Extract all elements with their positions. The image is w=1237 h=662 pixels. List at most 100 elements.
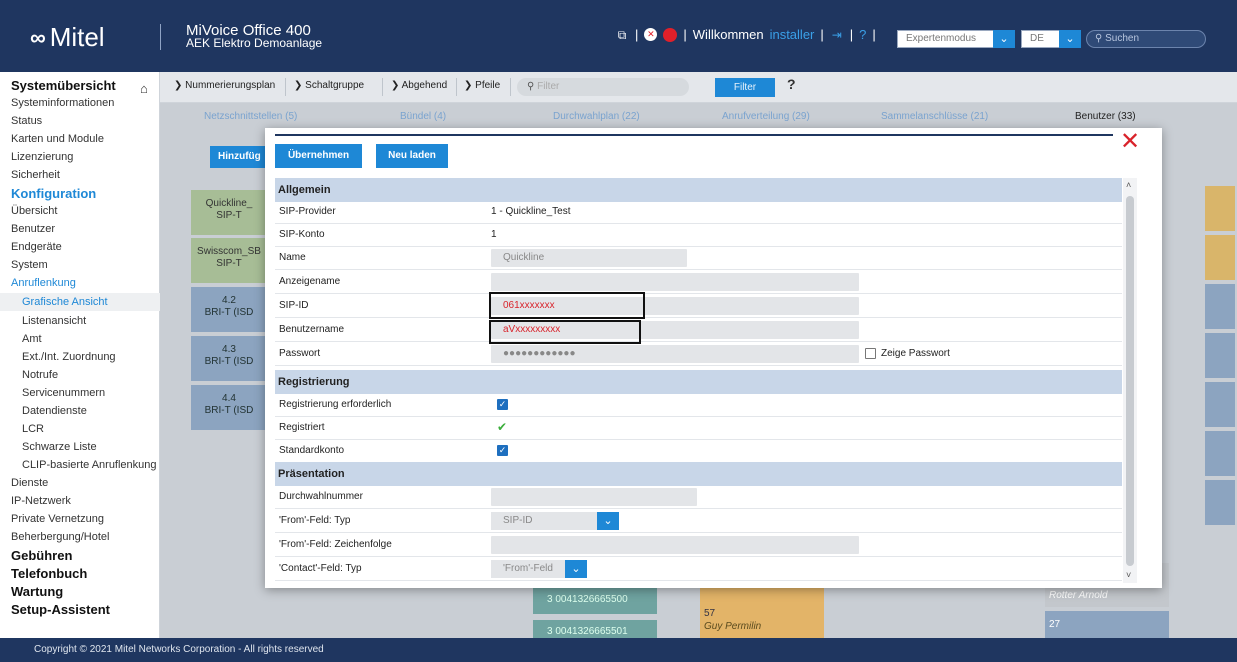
display-name-field[interactable] (491, 273, 859, 291)
did-tile[interactable]: 3 0041326665501 (533, 620, 657, 640)
row-display-name: Anzeigename (275, 270, 1122, 294)
highlight-box (489, 292, 645, 319)
registered-label: Registriert (279, 422, 325, 433)
from-type-select[interactable]: SIP-ID ⌄ (491, 512, 619, 530)
sidebar-item-listenansicht[interactable]: Listenansicht (0, 315, 160, 327)
sip-account-label: SIP-Konto (279, 229, 325, 240)
sidebar-item-lcr[interactable]: LCR (0, 423, 160, 435)
chevron-down-icon: ⌄ (565, 560, 587, 578)
tab-buendel[interactable]: Bündel (4) (400, 111, 446, 122)
alarm-status-icon[interactable] (663, 27, 678, 42)
sidebar-item-karten[interactable]: Karten und Module (0, 133, 160, 145)
sidebar-item-benutzer[interactable]: Benutzer (0, 223, 160, 235)
sidebar-item-dienste[interactable]: Dienste (0, 477, 160, 489)
chevron-up-icon[interactable]: ˄ (1126, 180, 1131, 190)
sidebar-item-sicherheit[interactable]: Sicherheit (0, 169, 160, 181)
user-tile[interactable] (1205, 186, 1235, 231)
sidebar-item-konfiguration[interactable]: Konfiguration (0, 186, 160, 201)
tab-durchwahlplan[interactable]: Durchwahlplan (22) (553, 111, 640, 122)
show-password-checkbox[interactable] (865, 348, 876, 359)
tab-benutzer[interactable]: Benutzer (33) (1075, 111, 1136, 122)
sidebar-item-notrufe[interactable]: Notrufe (0, 369, 160, 381)
from-string-field[interactable] (491, 536, 859, 554)
sidebar-item-hotel[interactable]: Beherbergung/Hotel (0, 531, 160, 543)
sidebar-item-amt[interactable]: Amt (0, 333, 160, 345)
trunk-tile[interactable]: 4.4 BRI-T (ISD (191, 385, 267, 430)
copyright-text: Copyright © 2021 Mitel Networks Corporat… (34, 644, 324, 655)
user-tile[interactable] (1205, 235, 1235, 280)
user-tile[interactable]: 57 Guy Permilin (700, 588, 824, 640)
chevron-down-icon[interactable]: ˅ (1126, 570, 1131, 580)
sidebar-item-grafische-ansicht[interactable]: Grafische Ansicht (0, 293, 160, 311)
filter-input[interactable]: ⚲ Filter (517, 78, 689, 96)
trunk-tile[interactable]: Swisscom_SB SIP-T (191, 238, 267, 283)
sidebar-item-uebersicht[interactable]: Übersicht (0, 205, 160, 217)
sidebar-item-system[interactable]: System (0, 259, 160, 271)
sidebar-item-setup-assistent[interactable]: Setup-Assistent (0, 602, 160, 617)
language-select[interactable]: DE ⌄ (1021, 30, 1081, 48)
sidebar-item-systeminformationen[interactable]: Systeminformationen (0, 97, 160, 109)
network-icon[interactable]: ⧉ (615, 28, 629, 42)
sidebar-item-clip[interactable]: CLIP-basierte Anruflenkung (0, 459, 160, 471)
toolbar-abgehend-button[interactable]: ❯ Abgehend (391, 80, 447, 91)
sidebar-item-servicenummern[interactable]: Servicenummern (0, 387, 160, 399)
trunk-tile[interactable]: Quickline_ SIP-T (191, 190, 267, 235)
sidebar-item-systemuebersicht[interactable]: Systemübersicht (0, 78, 160, 93)
sidebar-item-ip-netzwerk[interactable]: IP-Netzwerk (0, 495, 160, 507)
did-tile[interactable]: 3 0041326665500 (533, 588, 657, 614)
search-icon: ⚲ (527, 81, 538, 92)
sidebar-item-telefonbuch[interactable]: Telefonbuch (0, 566, 160, 581)
sidebar-item-gebuehren[interactable]: Gebühren (0, 548, 160, 563)
user-tile[interactable] (1205, 382, 1235, 427)
tab-netzschnittstellen[interactable]: Netzschnittstellen (5) (204, 111, 297, 122)
user-link[interactable]: installer (770, 27, 815, 42)
toolbar-nummerierungsplan-button[interactable]: ❯ Nummerierungsplan (174, 80, 275, 91)
trunk-tile[interactable]: 4.2 BRI-T (ISD (191, 287, 267, 332)
sidebar-item-vernetzung[interactable]: Private Vernetzung (0, 513, 160, 525)
user-tile[interactable]: 27 (1045, 611, 1169, 641)
sidebar-item-datendienste[interactable]: Datendienste (0, 405, 160, 417)
dialog-scrollbar[interactable]: ˄ ˅ (1123, 178, 1137, 583)
sidebar-item-status[interactable]: Status (0, 115, 160, 127)
did-field[interactable] (491, 488, 697, 506)
sidebar-item-wartung[interactable]: Wartung (0, 584, 160, 599)
filter-button[interactable]: Filter (715, 78, 775, 97)
user-tile[interactable] (1205, 284, 1235, 329)
contact-type-select[interactable]: 'From'-Feld ⌄ (491, 560, 587, 578)
user-tile[interactable] (1205, 333, 1235, 378)
row-sip-id: SIP-ID 061xxxxxxx (275, 294, 1122, 318)
user-tile[interactable] (1205, 431, 1235, 476)
username-label: Benutzername (279, 324, 345, 335)
sidebar-item-zuordnung[interactable]: Ext./Int. Zuordnung (0, 351, 160, 363)
toolbar-schaltgruppe-button[interactable]: ❯ Schaltgruppe (294, 80, 364, 91)
tab-anrufverteilung[interactable]: Anrufverteilung (29) (722, 111, 810, 122)
sidebar-item-endgeraete[interactable]: Endgeräte (0, 241, 160, 253)
reg-required-checkbox[interactable]: ✓ (497, 399, 508, 410)
contact-type-label: 'Contact'-Feld: Typ (279, 563, 362, 574)
default-account-checkbox[interactable]: ✓ (497, 445, 508, 456)
help-link[interactable]: ? (859, 27, 866, 42)
name-field[interactable]: Quickline (491, 249, 687, 267)
mitel-logo[interactable]: ∞ Mitel (30, 22, 105, 53)
password-field[interactable]: ●●●●●●●●●●●● (491, 345, 859, 363)
toolbar-pfeile-button[interactable]: ❯ Pfeile (464, 80, 500, 91)
scrollbar-thumb[interactable] (1126, 196, 1134, 566)
section-allgemein: Allgemein (275, 178, 1122, 202)
sidebar-item-schwarze-liste[interactable]: Schwarze Liste (0, 441, 160, 453)
user-tile[interactable] (1205, 480, 1235, 525)
row-reg-required: Registrierung erforderlich ✓ (275, 393, 1122, 417)
sidebar-item-lizenzierung[interactable]: Lizenzierung (0, 151, 160, 163)
sip-provider-label: SIP-Provider (279, 206, 336, 217)
security-alert-icon[interactable]: ✕ (644, 28, 658, 41)
reload-button[interactable]: Neu laden (376, 144, 448, 168)
add-button[interactable]: Hinzufüg (210, 146, 270, 168)
trunk-tile[interactable]: 4.3 BRI-T (ISD (191, 336, 267, 381)
mode-select[interactable]: Expertenmodus ⌄ (897, 30, 1015, 48)
close-icon[interactable]: ✕ (1120, 130, 1140, 154)
apply-button[interactable]: Übernehmen (275, 144, 362, 168)
logout-icon[interactable]: ⇥ (830, 28, 844, 42)
tab-sammelanschluesse[interactable]: Sammelanschlüsse (21) (881, 111, 988, 122)
toolbar-help-button[interactable]: ? (787, 76, 796, 92)
search-input[interactable]: ⚲ Suchen (1086, 30, 1206, 48)
sidebar-item-anruflenkung[interactable]: Anruflenkung (0, 277, 160, 289)
